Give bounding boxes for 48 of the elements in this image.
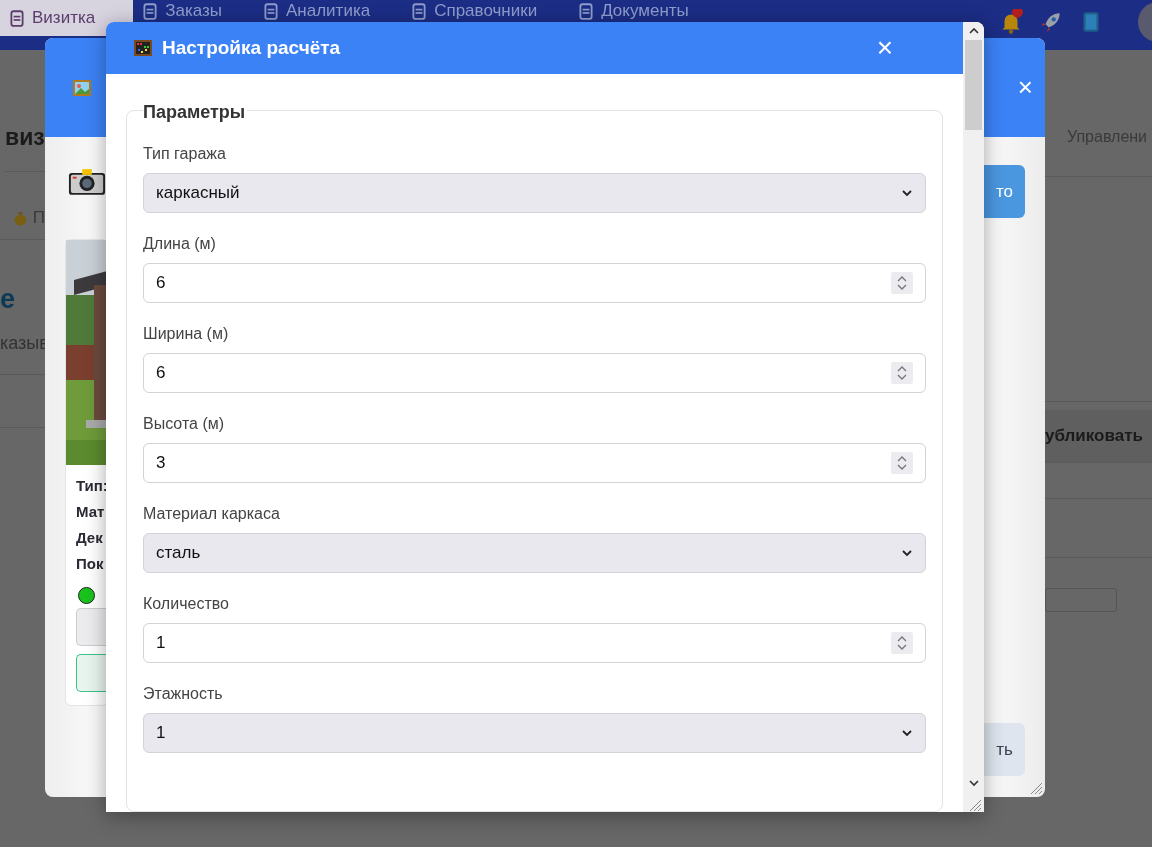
field-label: Ширина (м) [143,325,230,344]
chevron-down-icon [901,547,913,559]
select-field[interactable]: каркасный [143,173,926,213]
field-label: Длина (м) [143,235,217,254]
field-label: Тип гаража [143,145,227,164]
number-field[interactable]: 1 [143,623,926,663]
save-button[interactable]: ть [984,723,1025,776]
field-label: Этажность [143,685,224,704]
close-button[interactable]: × [876,32,893,64]
tab-icon [577,1,596,20]
nav-tab[interactable]: Аналитика [254,0,403,21]
tab-icon [141,1,160,20]
tab-icon [8,9,26,27]
close-button[interactable]: × [1017,72,1033,103]
field-label: Материал каркаса [143,505,281,524]
chevron-down-icon [901,727,913,739]
card-label: Мат [76,503,105,522]
dialog-title: Настройка расчёта [162,37,341,59]
scroll-down-icon[interactable] [967,777,980,789]
card-button[interactable] [76,654,107,692]
abacus-icon [133,38,153,58]
spinner-icon[interactable] [891,272,913,294]
spinner-icon[interactable] [891,632,913,654]
select-field[interactable]: сталь [143,533,926,573]
framed-picture-icon [72,77,92,98]
number-field[interactable]: 3 [143,443,926,483]
chevron-down-icon [901,187,913,199]
field-label: Высота (м) [143,415,226,434]
card-label: Тип: [76,477,108,496]
field-label: Количество [143,595,230,614]
nav-tab[interactable]: Визитка [0,0,134,36]
card-label: Пок [76,555,104,574]
number-field[interactable]: 6 [143,353,926,393]
scrollbar-thumb[interactable] [965,40,982,130]
nav-tab[interactable]: Заказы [133,0,254,21]
tab-icon [410,1,429,20]
spinner-icon[interactable] [891,452,913,474]
card-label: Дек [76,529,103,548]
nav-tab[interactable]: Документы [569,0,721,21]
number-field[interactable]: 6 [143,263,926,303]
nav-tab[interactable]: Справочники [402,0,570,21]
section-heading: е [0,284,17,315]
camera-icon [68,167,106,196]
group-legend: Параметры [143,102,248,123]
select-field[interactable]: 1 [143,713,926,753]
status-dot [78,587,95,604]
spinner-icon[interactable] [891,362,913,384]
tab-icon [262,1,280,20]
